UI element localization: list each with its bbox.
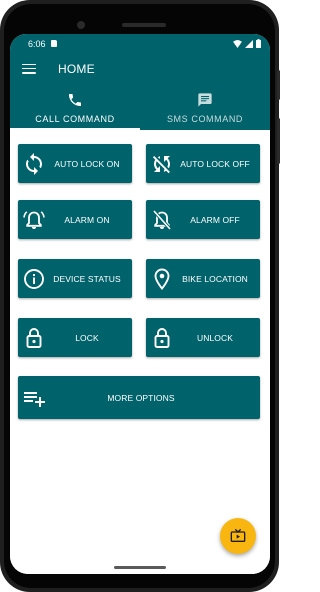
alarm-off-button[interactable]: ALARM OFF bbox=[146, 200, 260, 239]
auto-lock-off-label: AUTO LOCK OFF bbox=[180, 158, 250, 169]
auto-lock-off-button[interactable]: AUTO LOCK OFF bbox=[146, 144, 260, 183]
alarm-off-label: ALARM OFF bbox=[190, 214, 240, 225]
tab-sms-command[interactable]: SMS COMMAND bbox=[140, 84, 270, 130]
front-camera bbox=[77, 21, 85, 29]
lock-button[interactable]: LOCK bbox=[18, 318, 132, 357]
earpiece-speaker bbox=[122, 23, 166, 27]
sd-card-icon bbox=[50, 40, 57, 47]
info-icon bbox=[24, 268, 44, 289]
volume-button bbox=[277, 118, 280, 164]
playlist-add-icon bbox=[24, 391, 45, 407]
bell-off-icon bbox=[152, 209, 172, 230]
device-status-label: DEVICE STATUS bbox=[53, 273, 121, 284]
auto-lock-on-label: AUTO LOCK ON bbox=[54, 158, 120, 169]
lock-label: LOCK bbox=[75, 332, 99, 343]
more-options-label: MORE OPTIONS bbox=[107, 392, 175, 403]
app-bar-title: HOME bbox=[58, 61, 95, 76]
auto-lock-on-button[interactable]: AUTO LOCK ON bbox=[18, 144, 132, 183]
unlock-button[interactable]: UNLOCK bbox=[146, 318, 260, 357]
wifi-icon bbox=[233, 39, 242, 48]
location-pin-icon bbox=[154, 268, 170, 290]
phone-frame: 6:06 HOME CALL COMMAND SMS COMMAND AUTO … bbox=[0, 0, 280, 592]
tab-call-command-label: CALL COMMAND bbox=[35, 114, 115, 124]
app-bar: HOME bbox=[10, 53, 270, 84]
device-status-button[interactable]: DEVICE STATUS bbox=[18, 259, 132, 298]
bell-ringing-icon bbox=[23, 210, 45, 229]
bike-location-button[interactable]: BIKE LOCATION bbox=[146, 259, 260, 298]
phone-icon bbox=[69, 94, 81, 106]
status-bar: 6:06 bbox=[10, 34, 270, 53]
live-tv-fab[interactable] bbox=[220, 518, 256, 554]
status-time: 6:06 bbox=[28, 38, 46, 49]
menu-icon[interactable] bbox=[22, 63, 36, 74]
live-tv-icon bbox=[230, 528, 246, 542]
power-button bbox=[277, 70, 280, 100]
lock-open-icon bbox=[154, 327, 170, 348]
app-screen: 6:06 HOME CALL COMMAND SMS COMMAND AUTO … bbox=[10, 34, 270, 574]
tab-call-command[interactable]: CALL COMMAND bbox=[10, 84, 140, 130]
lock-icon bbox=[26, 327, 42, 348]
sync-icon bbox=[26, 152, 42, 175]
command-tabs: CALL COMMAND SMS COMMAND bbox=[10, 84, 270, 130]
unlock-label: UNLOCK bbox=[196, 332, 234, 343]
command-panel: AUTO LOCK ON AUTO LOCK OFF ALARM ON ALAR… bbox=[10, 130, 270, 574]
bike-location-label: BIKE LOCATION bbox=[182, 273, 248, 284]
signal-icon bbox=[245, 39, 253, 48]
sms-icon bbox=[198, 93, 212, 107]
battery-icon bbox=[256, 39, 261, 48]
tab-sms-command-label: SMS COMMAND bbox=[166, 114, 244, 124]
alarm-on-label: ALARM ON bbox=[64, 214, 110, 225]
alarm-on-button[interactable]: ALARM ON bbox=[18, 200, 132, 239]
sync-disabled-icon bbox=[152, 155, 170, 173]
gesture-nav-handle[interactable] bbox=[114, 566, 166, 569]
more-options-button[interactable]: MORE OPTIONS bbox=[18, 376, 260, 419]
